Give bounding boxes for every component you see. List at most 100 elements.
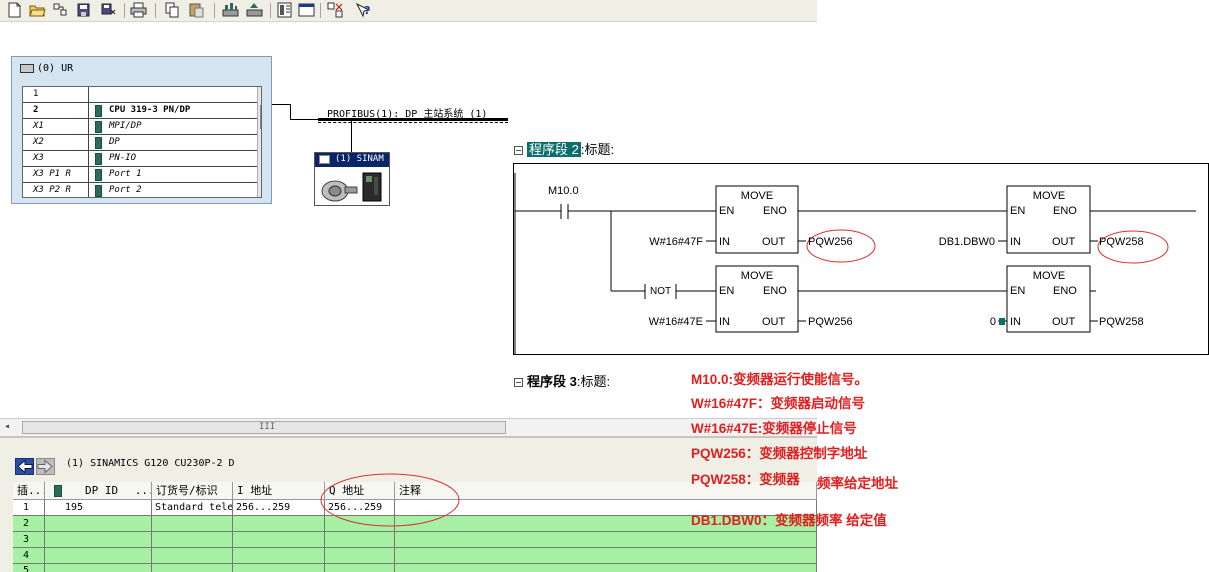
scroll-track[interactable]: III: [22, 421, 506, 434]
dpid-cell[interactable]: [45, 548, 152, 564]
i-address-cell[interactable]: [233, 532, 325, 548]
print-icon[interactable]: [130, 2, 147, 18]
move-1-en: EN: [719, 205, 734, 217]
move-3-eno: ENO: [763, 285, 787, 297]
rack-row[interactable]: X1 MPI/DP: [23, 119, 261, 135]
i-address-cell[interactable]: 256...259: [233, 500, 325, 516]
order-cell[interactable]: [152, 548, 233, 564]
forward-arrow-icon[interactable]: [36, 458, 55, 475]
column-header-order-number[interactable]: 订货号/标识: [152, 482, 233, 500]
rack-module-label: Port 1: [109, 169, 142, 179]
q-address-highlight: [320, 473, 460, 527]
collapse-icon[interactable]: [514, 146, 523, 155]
rack-icon: [20, 63, 34, 73]
move-2-out-operand[interactable]: PQW258: [1099, 236, 1144, 248]
module-icon: [95, 153, 102, 165]
move-3-in-operand[interactable]: W#16#47E: [649, 316, 703, 328]
rack-row[interactable]: 2 CPU 319-3 PN/DP: [23, 103, 261, 119]
download-icon[interactable]: [222, 2, 239, 18]
slot-cell[interactable]: 1: [13, 500, 45, 516]
slot-cell[interactable]: 2: [13, 516, 45, 532]
rack-row[interactable]: X2 DP: [23, 135, 261, 151]
q-address-cell[interactable]: [325, 532, 395, 548]
order-cell[interactable]: [152, 564, 233, 572]
network-icon[interactable]: [298, 2, 315, 18]
bus-connector: [272, 104, 290, 105]
catalog-icon[interactable]: [276, 2, 293, 18]
move-3-out: OUT: [762, 316, 786, 328]
note-w47e: W#16#47E:变频器停止信号: [691, 421, 857, 436]
comment-cell[interactable]: [395, 564, 817, 572]
dpid-cell[interactable]: [45, 516, 152, 532]
comment-cell[interactable]: [395, 548, 817, 564]
upload-icon[interactable]: [246, 2, 263, 18]
rack-row[interactable]: 1: [23, 87, 261, 103]
rack-slot: X3 P2 R: [23, 183, 89, 197]
network-3-number: 3: [569, 374, 577, 389]
slot-cell[interactable]: 3: [13, 532, 45, 548]
network-2-header[interactable]: 程序段 2:标题:: [514, 139, 614, 158]
module-icon: [54, 485, 62, 497]
rack-row[interactable]: X3 P2 R Port 2: [23, 183, 261, 197]
paste-icon[interactable]: [188, 2, 205, 18]
move-4-out-operand[interactable]: PQW258: [1099, 316, 1144, 328]
dpid-cell[interactable]: 195: [45, 500, 152, 516]
contact-m10-label[interactable]: M10.0: [548, 185, 579, 197]
dpid-cell[interactable]: [45, 564, 152, 572]
device-drop-line: [351, 121, 352, 153]
dpid-cell[interactable]: [45, 532, 152, 548]
move-4-in-operand[interactable]: 0: [990, 316, 996, 328]
column-header-slot[interactable]: 插...: [13, 482, 45, 500]
move-1-eno: ENO: [763, 205, 787, 217]
open-icon[interactable]: [29, 2, 46, 18]
copy-icon[interactable]: [164, 2, 181, 18]
help-icon[interactable]: ?: [355, 2, 372, 18]
rack-window[interactable]: (0) UR 1 2 CPU 319-3 PN/DP X1 MPI/DP X2 …: [11, 56, 272, 204]
properties-icon[interactable]: [327, 2, 344, 18]
i-address-cell[interactable]: [233, 516, 325, 532]
network-3-header[interactable]: 程序段 3:标题:: [514, 371, 610, 390]
network-3-title: :标题:: [576, 374, 611, 389]
rack-scroll-thumb[interactable]: [260, 105, 261, 129]
network-2-title: :标题:: [580, 142, 615, 157]
save-icon[interactable]: [75, 2, 92, 18]
i-address-cell[interactable]: [233, 564, 325, 572]
rack-row[interactable]: X3 P1 R Port 1: [23, 167, 261, 183]
profibus-line[interactable]: [318, 118, 508, 121]
back-arrow-icon[interactable]: [15, 458, 34, 475]
slot-cell[interactable]: 4: [13, 548, 45, 564]
rack-module: PN-IO: [91, 151, 261, 167]
sinamics-device[interactable]: (1) SINAM: [314, 152, 390, 206]
rack-row[interactable]: X3 PN-IO: [23, 151, 261, 167]
i-address-cell[interactable]: [233, 548, 325, 564]
rack-scrollbar[interactable]: [257, 87, 261, 197]
slot-cell[interactable]: 5: [13, 564, 45, 572]
q-address-cell[interactable]: [325, 564, 395, 572]
order-cell[interactable]: [152, 532, 233, 548]
q-address-cell[interactable]: [325, 548, 395, 564]
new-icon[interactable]: [6, 2, 23, 18]
svg-text:?: ?: [364, 4, 370, 17]
rack-module: DP: [91, 135, 261, 151]
column-header-i-address[interactable]: I 地址: [233, 482, 325, 500]
scroll-left-icon[interactable]: ◂: [4, 421, 10, 432]
comment-cell[interactable]: [395, 532, 817, 548]
move-4-in: IN: [1010, 316, 1021, 328]
move-1-out-operand[interactable]: PQW256: [808, 236, 853, 248]
save-compile-icon[interactable]: [100, 2, 117, 18]
open-online-icon[interactable]: [52, 2, 69, 18]
ladder-diagram[interactable]: M10.0 NOT MOVE EN ENO IN OUT W#16#47F PQ…: [513, 163, 1209, 358]
not-contact-label[interactable]: NOT: [650, 286, 671, 297]
move-2-in-operand[interactable]: DB1.DBW0: [939, 236, 995, 248]
move-1-out: OUT: [762, 236, 786, 248]
move-1-in-operand[interactable]: W#16#47F: [649, 236, 703, 248]
rack-module-label: DP: [109, 137, 120, 147]
rack-slot: X3 P1 R: [23, 167, 89, 183]
note-pqw258: PQW258：变频器: [691, 472, 800, 487]
collapse-icon[interactable]: [514, 378, 523, 387]
move-3-out-operand[interactable]: PQW256: [808, 316, 853, 328]
order-cell[interactable]: [152, 516, 233, 532]
note-pqw256: PQW256：变频器控制字地址: [691, 446, 868, 461]
order-cell[interactable]: Standard tele: [152, 500, 233, 516]
scroll-grip[interactable]: III: [259, 422, 275, 432]
